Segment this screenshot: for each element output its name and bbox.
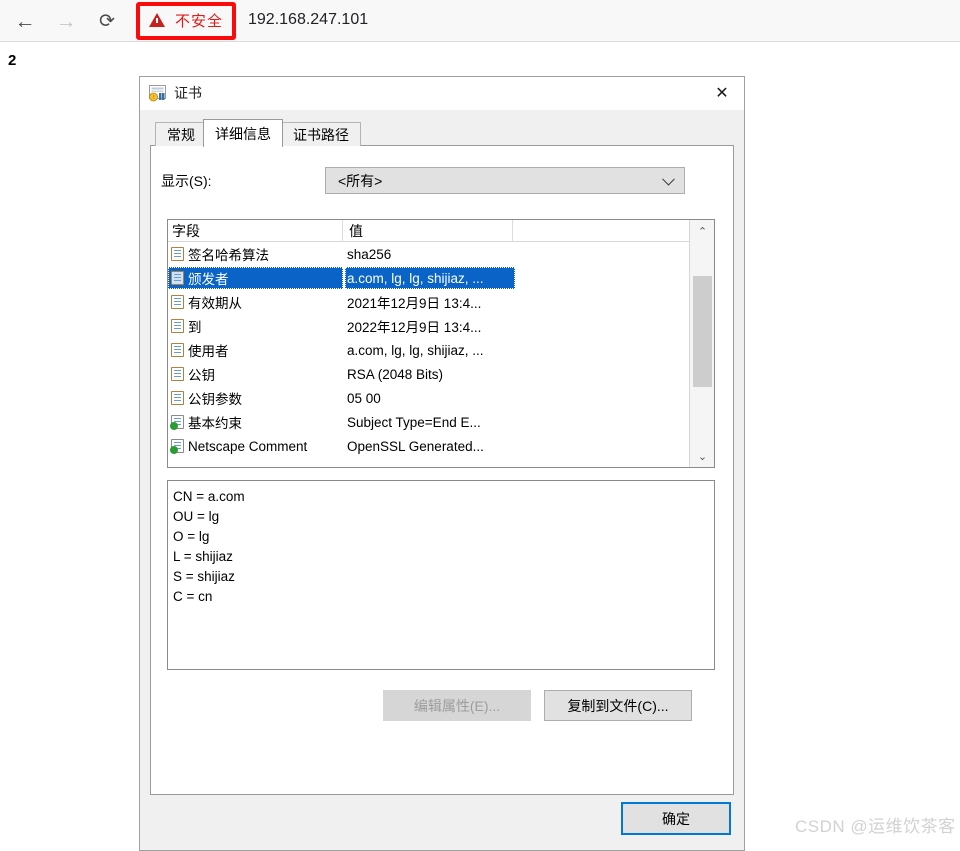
field-icon xyxy=(171,343,184,357)
tab-certification-path[interactable]: 证书路径 xyxy=(281,122,361,146)
show-filter-value: <所有> xyxy=(338,172,383,189)
row-value-cell: 2021年12月9日 13:4... xyxy=(347,296,482,311)
row-field-cell: 有效期从 xyxy=(168,291,343,313)
row-field-label: 有效期从 xyxy=(188,296,242,311)
arrow-right-icon[interactable]: → xyxy=(53,8,79,34)
row-field-label: 公钥参数 xyxy=(188,392,242,407)
row-field-label: 基本约束 xyxy=(188,416,242,431)
row-field-label: 签名哈希算法 xyxy=(188,248,269,263)
edit-properties-button: 编辑属性(E)... xyxy=(383,690,531,721)
row-value-cell: Subject Type=End E... xyxy=(347,414,481,430)
extension-icon xyxy=(170,415,184,430)
security-badge-label: 不安全 xyxy=(175,12,224,30)
row-value-cell: RSA (2048 Bits) xyxy=(347,366,444,382)
show-filter-select[interactable]: <所有> xyxy=(325,167,685,194)
table-row[interactable]: 使用者 a.com, lg, lg, shijiaz, ... xyxy=(168,338,689,362)
field-icon xyxy=(171,367,184,381)
site-security-badge[interactable]: 不安全 xyxy=(143,7,229,33)
browser-toolbar: ← → ⟳ 不安全 192.168.247.101 xyxy=(0,0,960,42)
table-row[interactable]: 颁发者 a.com, lg, lg, shijiaz, ... xyxy=(168,266,689,290)
field-icon xyxy=(171,391,184,405)
row-field-cell: 签名哈希算法 xyxy=(168,243,343,265)
dialog-titlebar: ! 证书 ✕ xyxy=(140,77,744,110)
tab-details[interactable]: 详细信息 xyxy=(203,119,283,147)
certificate-dialog: ! 证书 ✕ 常规 详细信息 证书路径 显示(S): <所有> 字段 值 签名哈… xyxy=(139,76,745,851)
row-field-label: Netscape Comment xyxy=(188,438,308,454)
column-header-spacer xyxy=(513,220,689,242)
chevron-up-icon[interactable]: ⌃ xyxy=(690,220,714,242)
tab-strip: 常规 详细信息 证书路径 xyxy=(150,119,734,147)
table-row[interactable]: 签名哈希算法 sha256 xyxy=(168,242,689,266)
table-row[interactable]: Netscape Comment OpenSSL Generated... xyxy=(168,434,689,458)
show-filter-label: 显示(S): xyxy=(161,173,212,189)
row-field-cell: 公钥 xyxy=(168,363,343,385)
row-field-cell: 使用者 xyxy=(168,339,343,361)
row-value-cell: a.com, lg, lg, shijiaz, ... xyxy=(345,267,515,289)
column-header-value: 值 xyxy=(343,220,513,242)
field-detail-text: CN = a.com OU = lg O = lg L = shijiaz S … xyxy=(173,489,245,604)
row-field-cell: 颁发者 xyxy=(168,267,343,289)
row-field-cell: 基本约束 xyxy=(168,411,343,433)
ok-button[interactable]: 确定 xyxy=(621,802,731,835)
field-icon xyxy=(171,295,184,309)
certificate-icon: ! xyxy=(149,85,166,102)
list-header-row: 字段 值 xyxy=(168,220,689,242)
certificate-field-list[interactable]: 字段 值 签名哈希算法 sha256 颁发者 a.com, lg, lg, sh… xyxy=(167,219,715,468)
table-row[interactable]: 公钥 RSA (2048 Bits) xyxy=(168,362,689,386)
field-detail-box[interactable]: CN = a.com OU = lg O = lg L = shijiaz S … xyxy=(167,480,715,670)
extension-icon xyxy=(170,439,184,454)
row-field-label: 公钥 xyxy=(188,368,215,383)
chevron-down-icon xyxy=(662,172,675,186)
list-scrollbar[interactable]: ⌃ ⌄ xyxy=(689,220,714,467)
field-icon xyxy=(171,247,184,261)
table-row[interactable]: 到 2022年12月9日 13:4... xyxy=(168,314,689,338)
scrollbar-thumb[interactable] xyxy=(693,276,712,387)
row-field-label: 使用者 xyxy=(188,344,229,359)
arrow-left-icon[interactable]: ← xyxy=(12,8,38,34)
address-bar-url[interactable]: 192.168.247.101 xyxy=(248,7,368,33)
dialog-title: 证书 xyxy=(174,85,202,101)
table-row[interactable]: 有效期从 2021年12月9日 13:4... xyxy=(168,290,689,314)
row-value-cell: OpenSSL Generated... xyxy=(347,438,484,454)
close-icon[interactable]: ✕ xyxy=(700,77,744,109)
row-field-label: 到 xyxy=(188,320,202,335)
svg-text:!: ! xyxy=(153,95,154,101)
row-value-cell: a.com, lg, lg, shijiaz, ... xyxy=(347,342,484,358)
copy-to-file-button[interactable]: 复制到文件(C)... xyxy=(544,690,692,721)
page-body-text: 2 xyxy=(8,52,17,69)
csdn-watermark: CSDN @运维饮茶客 xyxy=(795,817,956,836)
tab-general[interactable]: 常规 xyxy=(155,122,207,146)
row-field-cell: 到 xyxy=(168,315,343,337)
field-icon xyxy=(171,319,184,333)
row-field-cell: Netscape Comment xyxy=(168,435,343,457)
row-field-cell: 公钥参数 xyxy=(168,387,343,409)
table-row[interactable]: 公钥参数 05 00 xyxy=(168,386,689,410)
row-value-cell: sha256 xyxy=(347,246,392,262)
chevron-down-icon[interactable]: ⌄ xyxy=(690,445,714,467)
row-value-cell: 05 00 xyxy=(347,390,381,406)
table-row[interactable]: 基本约束 Subject Type=End E... xyxy=(168,410,689,434)
field-icon xyxy=(171,271,184,285)
reload-icon[interactable]: ⟳ xyxy=(94,8,120,34)
row-field-label: 颁发者 xyxy=(188,272,229,287)
column-header-field: 字段 xyxy=(168,220,343,242)
warning-triangle-icon xyxy=(149,13,165,27)
row-value-cell: 2022年12月9日 13:4... xyxy=(347,320,482,335)
list-rows: 签名哈希算法 sha256 颁发者 a.com, lg, lg, shijiaz… xyxy=(168,242,689,458)
